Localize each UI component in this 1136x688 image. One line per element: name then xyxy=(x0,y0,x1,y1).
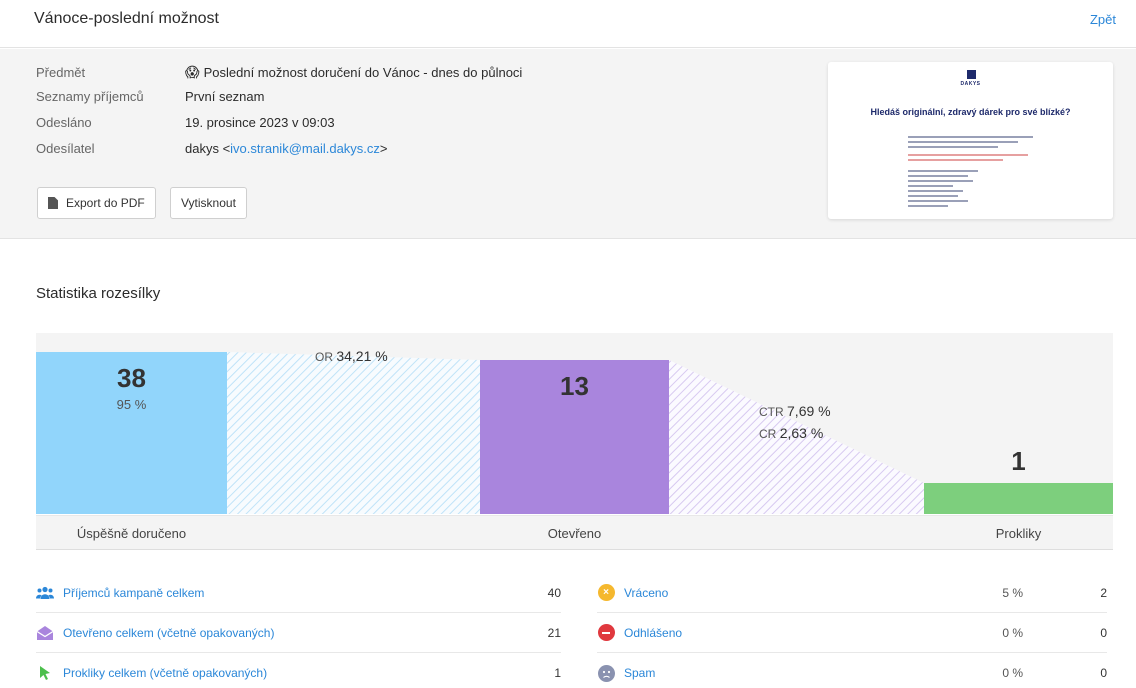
funnel-stage-labels: Úspěšně doručeno Otevřeno Prokliky xyxy=(36,515,1113,550)
cr-label: CR xyxy=(759,427,777,441)
preview-headline: Hledáš originální, zdravý dárek pro své … xyxy=(870,107,1071,117)
delivered-count: 38 xyxy=(117,363,146,393)
open-rate-label: OR 34,21 % xyxy=(315,348,388,364)
opened-total-link[interactable]: Otevřeno celkem (včetně opakovaných) xyxy=(63,626,548,640)
preview-text-line xyxy=(908,195,958,197)
export-pdf-label: Export do PDF xyxy=(66,196,145,210)
campaign-meta: Předmět 😱 Poslední možnost doručení do V… xyxy=(0,49,1136,239)
preview-text-line xyxy=(908,185,953,187)
print-label: Vytisknout xyxy=(181,196,236,210)
preview-text-line xyxy=(908,159,1003,161)
preview-text-line xyxy=(908,205,948,207)
preview-text-line xyxy=(908,180,973,182)
delivery-funnel: 38 95 % 13 1 OR 34,21 % CTR 7,69 % CR 2,… xyxy=(36,333,1113,514)
sender-name: dakys < xyxy=(185,140,231,156)
ctr-label-group: CTR 7,69 % xyxy=(759,403,831,419)
top-bar: Vánoce-poslední možnost Zpět xyxy=(0,0,1136,48)
sent-value: 19. prosince 2023 v 09:03 xyxy=(185,114,335,130)
clicks-label: Prokliky xyxy=(995,526,1042,541)
preview-text-line xyxy=(908,146,998,148)
spam-percent: 0 % xyxy=(1002,666,1023,680)
clicks-total-row: Prokliky celkem (včetně opakovaných) 1 xyxy=(36,653,561,688)
sender-label: Odesílatel xyxy=(36,140,95,156)
preview-text-line xyxy=(908,136,1033,138)
lists-label: Seznamy příjemců xyxy=(36,88,144,104)
sender-email-link[interactable]: ivo.stranik@mail.dakys.cz xyxy=(230,141,380,156)
people-icon xyxy=(36,584,54,602)
cursor-icon xyxy=(36,664,54,682)
spam-value: 0 xyxy=(1100,666,1107,680)
clicks-total-value: 1 xyxy=(554,666,561,680)
opened-total-row: Otevřeno celkem (včetně opakovaných) 21 xyxy=(36,613,561,653)
envelope-open-icon xyxy=(36,624,54,642)
document-icon xyxy=(48,197,58,209)
opened-label: Otevřeno xyxy=(547,526,602,541)
spam-row: Spam 0 % 0 xyxy=(597,653,1107,688)
cr-label-group: CR 2,63 % xyxy=(759,425,823,441)
unsubscribed-link[interactable]: Odhlášeno xyxy=(624,626,963,640)
bounce-icon: × xyxy=(597,584,615,602)
back-link[interactable]: Zpět xyxy=(1090,12,1116,27)
clicks-total-link[interactable]: Prokliky celkem (včetně opakovaných) xyxy=(63,666,554,680)
preview-text-line xyxy=(908,141,1018,143)
or-connector xyxy=(227,352,480,514)
subject-row: Předmět 😱 Poslední možnost doručení do V… xyxy=(36,63,522,81)
export-pdf-button[interactable]: Export do PDF xyxy=(37,187,156,219)
email-preview[interactable]: DAKYS Hledáš originální, zdravý dárek pr… xyxy=(828,62,1113,219)
recipients-value: 40 xyxy=(547,585,561,600)
or-value: 34,21 % xyxy=(336,348,388,364)
or-label: OR xyxy=(315,350,333,364)
preview-brand: DAKYS xyxy=(960,81,981,87)
preview-text-line xyxy=(908,175,968,177)
subject-value: 😱 Poslední možnost doručení do Vánoc - d… xyxy=(185,65,522,80)
delivered-percent: 95 % xyxy=(116,397,147,412)
clicks-count: 1 xyxy=(1011,446,1026,476)
cr-value: 2,63 % xyxy=(779,425,824,441)
delivered-label: Úspěšně doručeno xyxy=(76,526,187,541)
scream-emoji-icon: 😱 xyxy=(185,64,200,80)
bounced-percent: 5 % xyxy=(1002,585,1023,600)
spam-link[interactable]: Spam xyxy=(624,666,963,680)
spam-icon xyxy=(597,664,615,682)
bounced-link[interactable]: Vráceno xyxy=(624,586,963,600)
preview-text-line xyxy=(908,154,1028,156)
opened-count: 13 xyxy=(560,371,589,401)
page-title: Vánoce-poslední možnost xyxy=(34,10,219,27)
subject-text: Poslední možnost doručení do Vánoc - dne… xyxy=(203,64,523,80)
preview-text-line xyxy=(908,200,968,202)
preview-logo xyxy=(967,70,976,79)
unsubscribed-value: 0 xyxy=(1100,625,1107,640)
unsubscribed-row: Odhlášeno 0 % 0 xyxy=(597,613,1107,653)
recipients-link[interactable]: Příjemců kampaně celkem xyxy=(63,586,548,600)
unsubscribed-percent: 0 % xyxy=(1002,625,1023,640)
preview-text-line xyxy=(908,170,978,172)
sent-row: Odesláno 19. prosince 2023 v 09:03 xyxy=(36,113,335,131)
subject-label: Předmět xyxy=(36,64,86,80)
sender-value: dakys < ivo.stranik@mail.dakys.cz > xyxy=(185,141,388,156)
stats-section-title: Statistika rozesílky xyxy=(36,285,161,302)
sent-label: Odesláno xyxy=(36,114,92,130)
preview-text-line xyxy=(908,190,963,192)
clicks-bar xyxy=(924,483,1113,514)
opened-total-value: 21 xyxy=(547,625,561,640)
recipients-row: Příjemců kampaně celkem 40 xyxy=(36,573,561,613)
lists-value: První seznam xyxy=(185,88,265,104)
bounced-value: 2 xyxy=(1100,585,1107,600)
ctr-value: 7,69 % xyxy=(787,403,831,419)
sender-row: Odesílatel dakys < ivo.stranik@mail.daky… xyxy=(36,139,388,157)
unsubscribe-icon xyxy=(597,624,615,642)
sender-suffix: > xyxy=(379,140,388,156)
print-button[interactable]: Vytisknout xyxy=(170,187,247,219)
bounced-row: × Vráceno 5 % 2 xyxy=(597,573,1107,613)
ctr-label: CTR xyxy=(759,405,784,419)
lists-row: Seznamy příjemců První seznam xyxy=(36,87,264,105)
